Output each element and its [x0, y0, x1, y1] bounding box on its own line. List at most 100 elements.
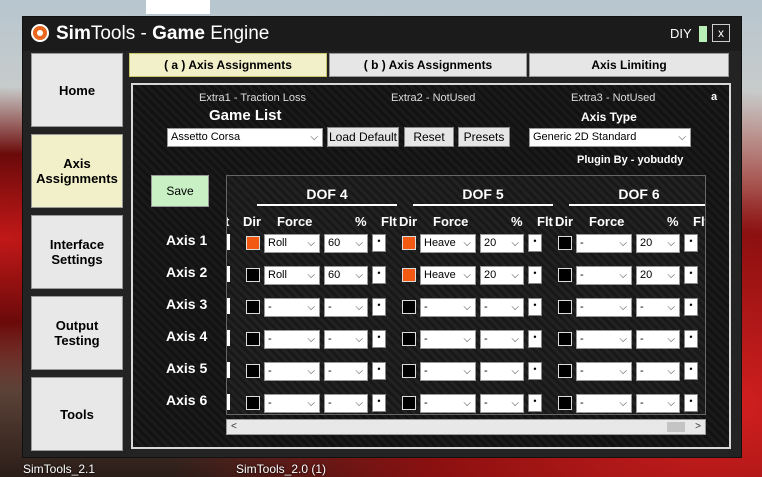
sidebar-item-home[interactable]: Home — [31, 53, 123, 127]
presets-button[interactable]: Presets — [458, 127, 510, 147]
percent-select[interactable]: - ⌵ — [324, 330, 368, 349]
filter-button[interactable]: • — [528, 362, 542, 380]
close-button[interactable]: x — [712, 24, 730, 42]
horizontal-scrollbar[interactable]: < > — [226, 419, 706, 435]
dir-checkbox[interactable] — [402, 364, 416, 378]
percent-select[interactable]: 60 ⌵ — [324, 234, 368, 253]
dir-checkbox[interactable] — [558, 268, 572, 282]
percent-select[interactable]: - ⌵ — [636, 394, 680, 413]
filter-button[interactable]: • — [372, 234, 386, 252]
percent-select[interactable]: - ⌵ — [480, 298, 524, 317]
desktop-icon-label-simtools-2-0[interactable]: SimTools_2.0 (1) — [236, 462, 326, 476]
percent-select[interactable]: - ⌵ — [324, 298, 368, 317]
filter-button[interactable]: • — [528, 266, 542, 284]
chevron-down-icon: ⌵ — [355, 398, 363, 409]
extra2-label: Extra2 - NotUsed — [391, 92, 476, 104]
percent-select[interactable]: - ⌵ — [636, 362, 680, 381]
force-select[interactable]: - ⌵ — [576, 266, 632, 285]
save-button[interactable]: Save — [151, 175, 209, 207]
percent-select[interactable]: - ⌵ — [636, 330, 680, 349]
force-select[interactable]: Roll ⌵ — [264, 234, 320, 253]
force-select[interactable]: - ⌵ — [576, 330, 632, 349]
sidebar-item-interface-settings[interactable]: Interface Settings — [31, 215, 123, 289]
percent-select[interactable]: 20 ⌵ — [480, 266, 524, 285]
force-select[interactable]: - ⌵ — [576, 394, 632, 413]
percent-select[interactable]: - ⌵ — [324, 362, 368, 381]
force-select[interactable]: - ⌵ — [264, 362, 320, 381]
force-select[interactable]: Roll ⌵ — [264, 266, 320, 285]
percent-select[interactable]: - ⌵ — [480, 362, 524, 381]
dir-checkbox[interactable] — [558, 364, 572, 378]
filter-button[interactable]: • — [684, 330, 698, 348]
force-select[interactable]: - ⌵ — [420, 330, 476, 349]
force-select[interactable]: - ⌵ — [420, 362, 476, 381]
force-select[interactable]: - ⌵ — [264, 298, 320, 317]
percent-select[interactable]: - ⌵ — [480, 330, 524, 349]
force-select[interactable]: - ⌵ — [420, 394, 476, 413]
dir-checkbox[interactable] — [246, 364, 260, 378]
dir-checkbox[interactable] — [558, 300, 572, 314]
dir-checkbox[interactable] — [402, 236, 416, 250]
dir-checkbox[interactable] — [402, 268, 416, 282]
scroll-right-icon[interactable]: > — [695, 420, 701, 434]
tab-axis-limiting[interactable]: Axis Limiting — [529, 53, 729, 77]
percent-select[interactable]: - ⌵ — [324, 394, 368, 413]
percent-select[interactable]: 20 ⌵ — [480, 234, 524, 253]
filter-button[interactable]: • — [528, 394, 542, 412]
filter-button[interactable]: • — [372, 394, 386, 412]
force-select[interactable]: Heave ⌵ — [420, 234, 476, 253]
filter-button[interactable]: • — [372, 330, 386, 348]
dir-checkbox[interactable] — [246, 268, 260, 282]
percent-select[interactable]: 20 ⌵ — [636, 234, 680, 253]
percent-select[interactable]: - ⌵ — [480, 394, 524, 413]
tab-axis-assignments-a[interactable]: ( a ) Axis Assignments — [129, 53, 327, 77]
dir-checkbox[interactable] — [402, 396, 416, 410]
filter-button[interactable]: • — [684, 298, 698, 316]
dir-checkbox[interactable] — [558, 236, 572, 250]
dof-title-4: DOF 4 — [306, 186, 348, 202]
scroll-thumb[interactable] — [667, 422, 685, 432]
cut-off-control — [227, 298, 230, 314]
force-select[interactable]: - ⌵ — [576, 234, 632, 253]
filter-button[interactable]: • — [684, 362, 698, 380]
percent-select[interactable]: 20 ⌵ — [636, 266, 680, 285]
filter-button[interactable]: • — [684, 394, 698, 412]
filter-button[interactable]: • — [528, 234, 542, 252]
title-bar[interactable]: SimTools - Game Engine DIY x — [23, 17, 741, 51]
filter-button[interactable]: • — [372, 362, 386, 380]
dir-checkbox[interactable] — [246, 332, 260, 346]
force-select[interactable]: - ⌵ — [576, 298, 632, 317]
tab-axis-assignments-b[interactable]: ( b ) Axis Assignments — [329, 53, 527, 77]
sidebar-item-output-testing[interactable]: Output Testing — [31, 296, 123, 370]
percent-select[interactable]: 60 ⌵ — [324, 266, 368, 285]
filter-button[interactable]: • — [528, 330, 542, 348]
dir-checkbox[interactable] — [402, 300, 416, 314]
dir-checkbox[interactable] — [246, 300, 260, 314]
sidebar-item-axis-assignments[interactable]: Axis Assignments — [31, 134, 123, 208]
dir-checkbox[interactable] — [402, 332, 416, 346]
desktop-icon-label-simtools-2-1[interactable]: SimTools_2.1 — [23, 462, 95, 476]
force-select[interactable]: Heave ⌵ — [420, 266, 476, 285]
scroll-left-icon[interactable]: < — [231, 420, 237, 434]
filter-button[interactable]: • — [372, 266, 386, 284]
dir-checkbox[interactable] — [246, 396, 260, 410]
filter-button[interactable]: • — [684, 266, 698, 284]
filter-button[interactable]: • — [528, 298, 542, 316]
chevron-down-icon: ⌵ — [667, 366, 675, 377]
axis-type-select[interactable]: Generic 2D Standard ⌵ — [529, 128, 691, 147]
force-select[interactable]: - ⌵ — [576, 362, 632, 381]
sidebar-item-tools[interactable]: Tools — [31, 377, 123, 451]
dir-checkbox[interactable] — [558, 396, 572, 410]
load-default-button[interactable]: Load Default — [327, 127, 399, 147]
filter-button[interactable]: • — [372, 298, 386, 316]
game-list-select[interactable]: Assetto Corsa ⌵ — [167, 128, 323, 147]
reset-button[interactable]: Reset — [404, 127, 454, 147]
dir-checkbox[interactable] — [558, 332, 572, 346]
force-select[interactable]: - ⌵ — [264, 330, 320, 349]
percent-select[interactable]: - ⌵ — [636, 298, 680, 317]
axis-label-5: Axis 5 — [166, 360, 208, 376]
dir-checkbox[interactable] — [246, 236, 260, 250]
filter-button[interactable]: • — [684, 234, 698, 252]
force-select[interactable]: - ⌵ — [420, 298, 476, 317]
force-select[interactable]: - ⌵ — [264, 394, 320, 413]
